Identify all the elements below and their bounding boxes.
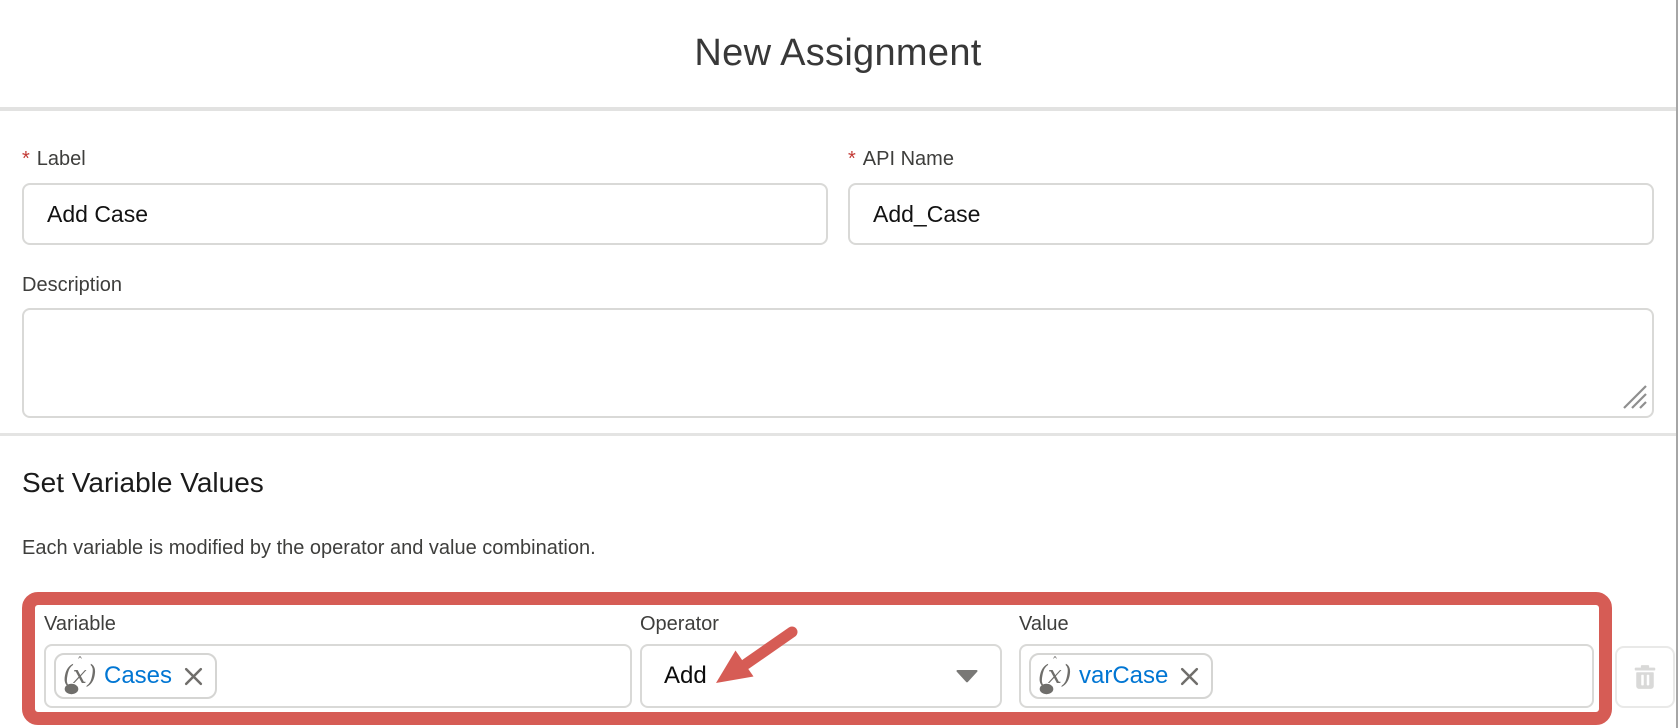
- textarea-resize-icon[interactable]: [1621, 383, 1647, 409]
- new-assignment-modal: New Assignment * Label * API Name Descri…: [0, 0, 1678, 728]
- trash-icon: [1630, 662, 1660, 692]
- variable-label: Variable: [44, 613, 632, 635]
- api-name-field-label: * API Name: [848, 148, 1654, 170]
- operator-column: Operator Add: [640, 613, 1002, 708]
- operator-select[interactable]: Add: [640, 644, 1002, 708]
- delete-column: [1615, 613, 1675, 708]
- operator-selected-value: Add: [664, 662, 707, 690]
- description-textarea[interactable]: [22, 308, 1654, 418]
- label-field-label: * Label: [22, 148, 828, 170]
- delete-row-button[interactable]: [1615, 646, 1675, 708]
- variable-combobox[interactable]: (x) ˆ Cases: [44, 644, 632, 708]
- close-icon[interactable]: [181, 664, 205, 688]
- description-textarea-wrap: [22, 308, 1654, 418]
- variable-column: Variable (x) ˆ Cases: [44, 613, 632, 708]
- svg-text:ˆ: ˆ: [77, 656, 83, 669]
- variable-resource-pill[interactable]: (x) ˆ Cases: [54, 653, 217, 699]
- page-title: New Assignment: [694, 32, 981, 75]
- set-variable-values-section: Set Variable Values Each variable is mod…: [0, 466, 1676, 725]
- variable-resource-icon: (x) ˆ: [62, 656, 96, 696]
- value-resource-pill[interactable]: (x) ˆ varCase: [1029, 653, 1213, 699]
- header-divider: [0, 107, 1676, 111]
- form-area: * Label * API Name Description: [0, 148, 1676, 418]
- value-label: Value: [1019, 613, 1594, 635]
- variable-resource-icon: (x) ˆ: [1037, 656, 1071, 696]
- label-field-label-text: Label: [37, 148, 86, 170]
- assignment-row: Variable (x) ˆ Cases: [22, 613, 1675, 708]
- required-asterisk: *: [22, 148, 30, 170]
- pill-label: Cases: [104, 662, 172, 690]
- description-field-label-text: Description: [22, 274, 122, 296]
- assignment-row-wrap: Variable (x) ˆ Cases: [22, 592, 1654, 725]
- operator-label: Operator: [640, 613, 1002, 635]
- svg-text:ˆ: ˆ: [1052, 656, 1058, 669]
- close-icon[interactable]: [1177, 664, 1201, 688]
- api-name-input[interactable]: [848, 183, 1654, 245]
- description-field-label: Description: [22, 274, 1654, 296]
- section-description: Each variable is modified by the operato…: [22, 537, 1654, 559]
- value-combobox[interactable]: (x) ˆ varCase: [1019, 644, 1594, 708]
- label-field-group: * Label: [22, 148, 828, 245]
- api-name-field-label-text: API Name: [863, 148, 954, 170]
- modal-header: New Assignment: [0, 0, 1676, 107]
- api-name-field-group: * API Name: [848, 148, 1654, 245]
- chevron-down-icon: [956, 669, 978, 683]
- label-input[interactable]: [22, 183, 828, 245]
- required-asterisk: *: [848, 148, 856, 170]
- section-divider: [0, 433, 1676, 436]
- pill-label: varCase: [1079, 662, 1168, 690]
- section-heading: Set Variable Values: [22, 466, 1654, 500]
- value-column: Value (x) ˆ varCase: [1019, 613, 1594, 708]
